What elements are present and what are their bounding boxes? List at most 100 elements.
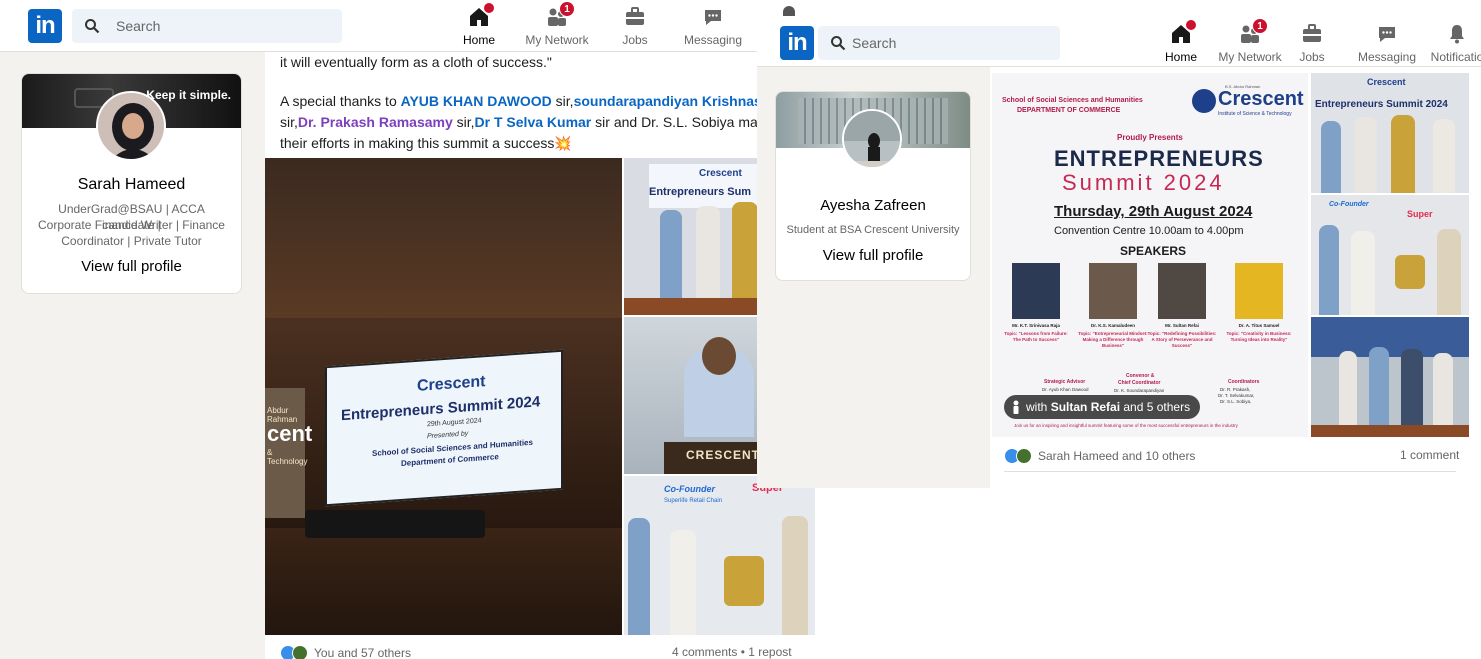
poster-dept: DEPARTMENT OF COMMERCE	[1017, 107, 1121, 114]
screen-backdrop	[1311, 317, 1469, 357]
poster-coord-2: Dr. T. Selvakumar,	[1218, 393, 1255, 398]
poster-proudly: Proudly Presents	[1117, 133, 1183, 142]
nav-home-label: Home	[1164, 50, 1197, 64]
view-full-profile-link[interactable]: View full profile	[22, 258, 241, 275]
top-nav-bar: in Search Home 1 My Network Jobs Messagi…	[0, 0, 815, 54]
briefcase-icon	[623, 5, 647, 29]
post-text-line-1: it will eventually form as a cloth of su…	[280, 54, 552, 70]
feed-post: School of Social Sciences and Humanities…	[990, 67, 1481, 488]
person	[1369, 347, 1389, 437]
crescent-logo-icon	[1192, 89, 1216, 113]
poster-coord-3: Dr. S.L. Sobiya,	[1220, 399, 1252, 404]
tile1-brand: Crescent	[699, 168, 742, 179]
screen-brand: Crescent	[417, 373, 486, 395]
mention-selva-kumar[interactable]: Dr T Selva Kumar	[475, 114, 592, 130]
nav-messaging[interactable]: Messaging	[675, 5, 751, 47]
post-image-main[interactable]: Abdur Rahman cent & Technology Crescent …	[265, 158, 622, 635]
post-text-segment: sir,	[280, 114, 298, 130]
wall-text-2: cent	[267, 421, 313, 446]
search-icon	[85, 19, 100, 34]
person	[628, 518, 650, 635]
banner-text: Keep it simple.	[146, 88, 231, 102]
tile1-brand: Crescent	[1367, 77, 1406, 87]
search-input[interactable]: Search	[818, 26, 1060, 60]
person	[1437, 229, 1461, 315]
poster-footer: Join us for an inspiring and insightful …	[1014, 423, 1238, 428]
nav-my-network-label: My Network	[525, 33, 589, 47]
nav-jobs[interactable]: Jobs	[597, 5, 673, 47]
speaker-photo-1	[1012, 263, 1060, 319]
linkedin-logo[interactable]: in	[780, 26, 814, 60]
profile-card: Ayesha Zafreen Student at BSA Crescent U…	[775, 91, 971, 281]
person	[1319, 225, 1339, 315]
search-input[interactable]: Search	[72, 9, 342, 43]
tile3-co-founder: Co-Founder	[664, 484, 715, 494]
speaker-head	[702, 337, 736, 375]
tile1-title: Entrepreneurs Sum	[649, 186, 752, 198]
gift	[724, 556, 764, 606]
speaker-name-4: Dr. A. Titus Samuel	[1238, 323, 1280, 328]
speaker-photo-3	[1158, 263, 1206, 319]
speaker-topic-3: Topic: "Redefining Possibilities: A Stor…	[1147, 331, 1217, 348]
tagged-people-chip[interactable]: with Sultan Refai and 5 others	[1004, 395, 1201, 419]
comments-summary[interactable]: 1 comment	[1400, 448, 1459, 462]
reactions-text: You and 57 others	[314, 646, 411, 659]
nav-jobs-label: Jobs	[622, 33, 648, 47]
linkedin-logo[interactable]: in	[28, 9, 62, 43]
reactions-summary[interactable]: Sarah Hameed and 10 others	[1004, 448, 1195, 464]
home-notification-dot	[1185, 19, 1197, 31]
poster-date: Thursday, 29th August 2024	[1054, 203, 1253, 220]
post-image-tile-3[interactable]: Co-Founder Superlife Retail Chain Super	[624, 476, 815, 635]
avatar[interactable]	[96, 91, 166, 161]
nav-messaging[interactable]: Messaging	[1349, 22, 1425, 64]
stage-floor	[265, 528, 622, 635]
nav-messaging-label: Messaging	[1357, 50, 1417, 64]
speaker-topic-4: Topic: "Creativity in Business: Turning …	[1226, 331, 1292, 342]
poster-school: School of Social Sciences and Humanities	[1002, 97, 1143, 104]
speaker-name-3: Mr. Sultan Refai	[1165, 323, 1199, 328]
profile-card: Keep it simple. Sarah Hameed UnderGrad@B…	[21, 73, 242, 294]
comments-summary[interactable]: 4 comments • 1 repost	[672, 645, 792, 659]
person	[1433, 119, 1455, 193]
tile2-co-founder: Co-Founder	[1329, 201, 1369, 208]
person-icon	[1013, 400, 1019, 414]
nav-notifications[interactable]: Notificatio	[1419, 22, 1481, 64]
post-image-tile-2[interactable]: Co-Founder Super	[1311, 195, 1469, 315]
speaker-name-2: Dr. K.S. Kamaludeen	[1090, 323, 1135, 328]
poster-strategic-advisor: Strategic Advisor	[1044, 379, 1086, 385]
speaker-name-1: Mr. K.T. Srinivasa Raja	[1012, 323, 1060, 328]
stage-floor	[1311, 425, 1469, 437]
nav-home[interactable]: Home	[441, 2, 517, 54]
home-icon	[1169, 19, 1197, 46]
nav-my-network[interactable]: 1 My Network	[519, 1, 595, 47]
mention-ayub-khan-dawood[interactable]: AYUB KHAN DAWOOD	[401, 93, 552, 109]
profile-name[interactable]: Sarah Hameed	[22, 176, 241, 194]
poster-title-2: Summit 2024	[1062, 170, 1225, 195]
mention-prakash-ramasamy[interactable]: Dr. Prakash Ramasamy	[298, 114, 453, 130]
post-text-segment: sir,	[551, 93, 574, 109]
person	[1321, 121, 1341, 193]
post-image-tile-3[interactable]	[1311, 317, 1469, 437]
post-image-tile-1[interactable]: Crescent Entrepreneurs Summit 2024	[1311, 73, 1469, 193]
view-full-profile-link[interactable]: View full profile	[776, 247, 970, 264]
tile3-retail: Superlife Retail Chain	[664, 498, 723, 504]
comments-text: 1 comment	[1400, 448, 1460, 462]
speaker-topic-1: Topic: "Lessons from Failure: The Path t…	[1004, 331, 1068, 342]
reactions-summary[interactable]: You and 57 others	[280, 645, 411, 659]
avatar[interactable]	[842, 109, 902, 169]
nav-jobs-label: Jobs	[1299, 50, 1325, 64]
event-poster[interactable]: School of Social Sciences and Humanities…	[992, 73, 1308, 437]
nav-jobs[interactable]: Jobs	[1274, 22, 1350, 64]
person	[782, 516, 808, 635]
speaker-photo-4	[1235, 263, 1283, 319]
right-screenshot: in Search Home 1 My Network Jobs Messagi…	[757, 0, 1481, 488]
profile-headline-2: Corporate Finance Writer | Finance	[38, 218, 225, 232]
post-text-segment: sir,	[452, 114, 475, 130]
person	[696, 206, 720, 301]
nav-home[interactable]: Home	[1143, 19, 1219, 71]
briefcase-icon	[1300, 22, 1324, 46]
poster-speakers-label: SPEAKERS	[1120, 244, 1187, 258]
tile2-super: Super	[1407, 209, 1433, 219]
poster-chief: Chief Coordinator	[1118, 380, 1161, 386]
profile-name[interactable]: Ayesha Zafreen	[776, 197, 970, 214]
